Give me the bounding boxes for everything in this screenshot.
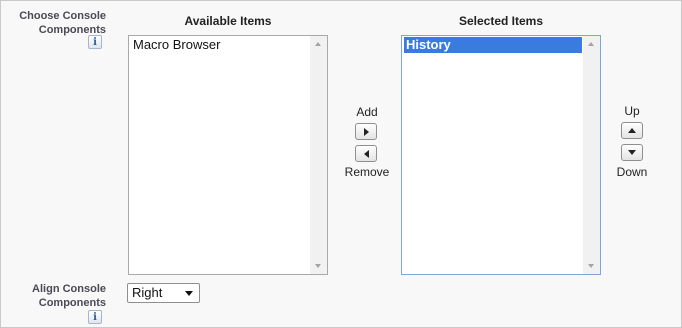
info-icon[interactable]: i <box>88 35 102 49</box>
arrow-down-icon <box>628 150 636 155</box>
scroll-up-icon[interactable] <box>588 42 594 46</box>
arrow-right-icon <box>364 128 369 136</box>
down-label: Down <box>616 165 648 179</box>
remove-button[interactable] <box>355 145 377 162</box>
choose-console-components-label: Choose Console Components <box>5 9 106 37</box>
available-items-listbox[interactable]: Macro Browser <box>128 35 328 275</box>
list-item-selected[interactable]: History <box>404 37 582 53</box>
align-select-value: Right <box>132 285 163 300</box>
chevron-down-icon <box>185 291 193 296</box>
move-up-button[interactable] <box>621 122 643 139</box>
list-item[interactable]: Macro Browser <box>131 37 309 53</box>
up-label: Up <box>624 104 640 118</box>
scroll-down-icon[interactable] <box>315 264 321 268</box>
scroll-down-icon[interactable] <box>588 264 594 268</box>
console-components-panel: Choose Console Components i Available It… <box>0 0 682 328</box>
selected-items-heading: Selected Items <box>458 14 544 28</box>
align-console-components-label: Align Console Components <box>5 282 106 310</box>
arrow-up-icon <box>628 128 636 133</box>
scroll-up-icon[interactable] <box>315 42 321 46</box>
move-down-button[interactable] <box>621 144 643 161</box>
label-line-1: Choose Console <box>19 10 106 22</box>
selected-items-listbox[interactable]: History <box>401 35 601 275</box>
scrollbar[interactable] <box>583 36 600 274</box>
available-items-heading: Available Items <box>184 14 272 28</box>
label-line-2: Components <box>38 297 106 309</box>
remove-label: Remove <box>344 165 390 179</box>
scrollbar[interactable] <box>310 36 327 274</box>
add-button[interactable] <box>355 123 377 140</box>
align-select[interactable]: Right <box>127 283 200 303</box>
info-icon[interactable]: i <box>88 310 102 324</box>
label-line-1: Align Console <box>32 283 106 295</box>
add-label: Add <box>356 105 378 119</box>
arrow-left-icon <box>364 150 369 158</box>
